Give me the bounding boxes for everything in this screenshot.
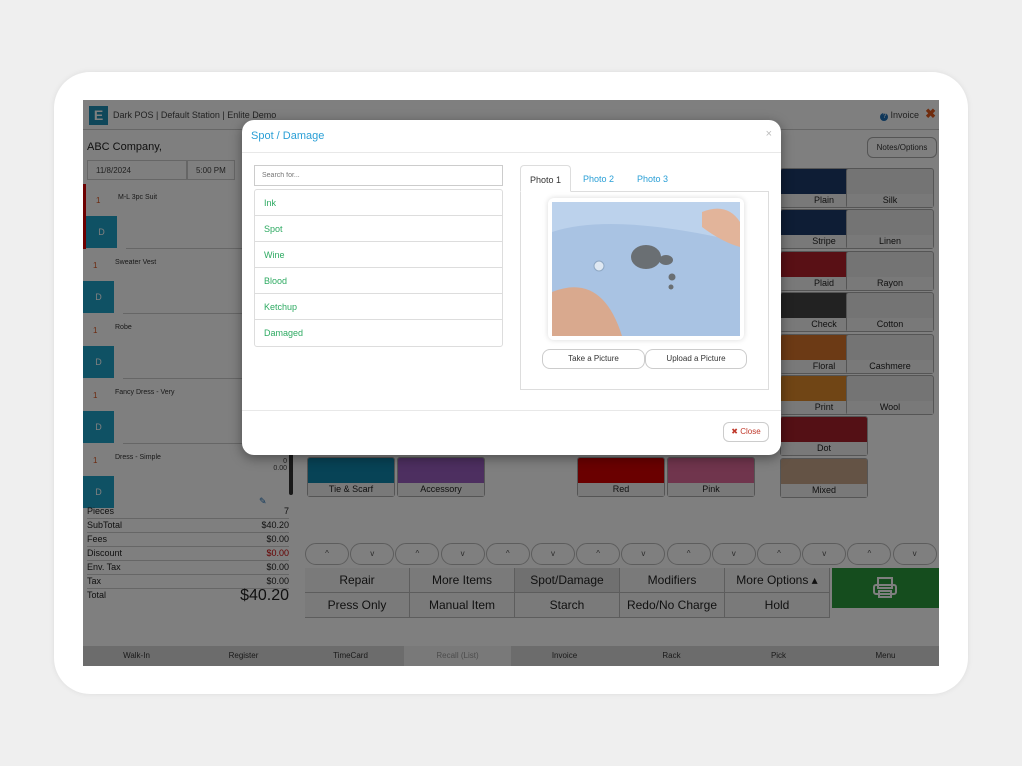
damage-option[interactable]: Ink	[255, 190, 502, 216]
damage-options-list: Ink Spot Wine Blood Ketchup Damaged	[254, 189, 503, 347]
photo-tabs: Photo 1 Photo 2 Photo 3 Take a Picture U…	[520, 165, 769, 390]
damage-option[interactable]: Wine	[255, 242, 502, 268]
damage-option[interactable]: Ketchup	[255, 294, 502, 320]
damage-option[interactable]: Blood	[255, 268, 502, 294]
photo-panel: Take a Picture Upload a Picture	[520, 191, 769, 390]
divider	[242, 410, 781, 411]
divider	[242, 152, 781, 153]
spot-damage-modal: Spot / Damage × InkSpotWineBloodKetchupD…	[242, 120, 781, 455]
tab-photo-3[interactable]: Photo 3	[628, 165, 677, 192]
tab-photo-1[interactable]: Photo 1	[520, 165, 572, 192]
modal-title: Spot / Damage	[251, 130, 325, 142]
upload-picture-button[interactable]: Upload a Picture	[645, 349, 747, 369]
stained-shirt-image	[552, 202, 740, 336]
search-input[interactable]	[254, 165, 503, 186]
damage-option[interactable]: Damaged	[255, 320, 502, 346]
modal-close-icon[interactable]: ×	[766, 128, 772, 140]
tab-photo-2[interactable]: Photo 2	[574, 165, 623, 192]
damage-option[interactable]: Spot	[255, 216, 502, 242]
close-button[interactable]: ✖ Close	[723, 422, 769, 442]
take-picture-button[interactable]: Take a Picture	[542, 349, 645, 369]
damage-photo	[548, 198, 744, 340]
